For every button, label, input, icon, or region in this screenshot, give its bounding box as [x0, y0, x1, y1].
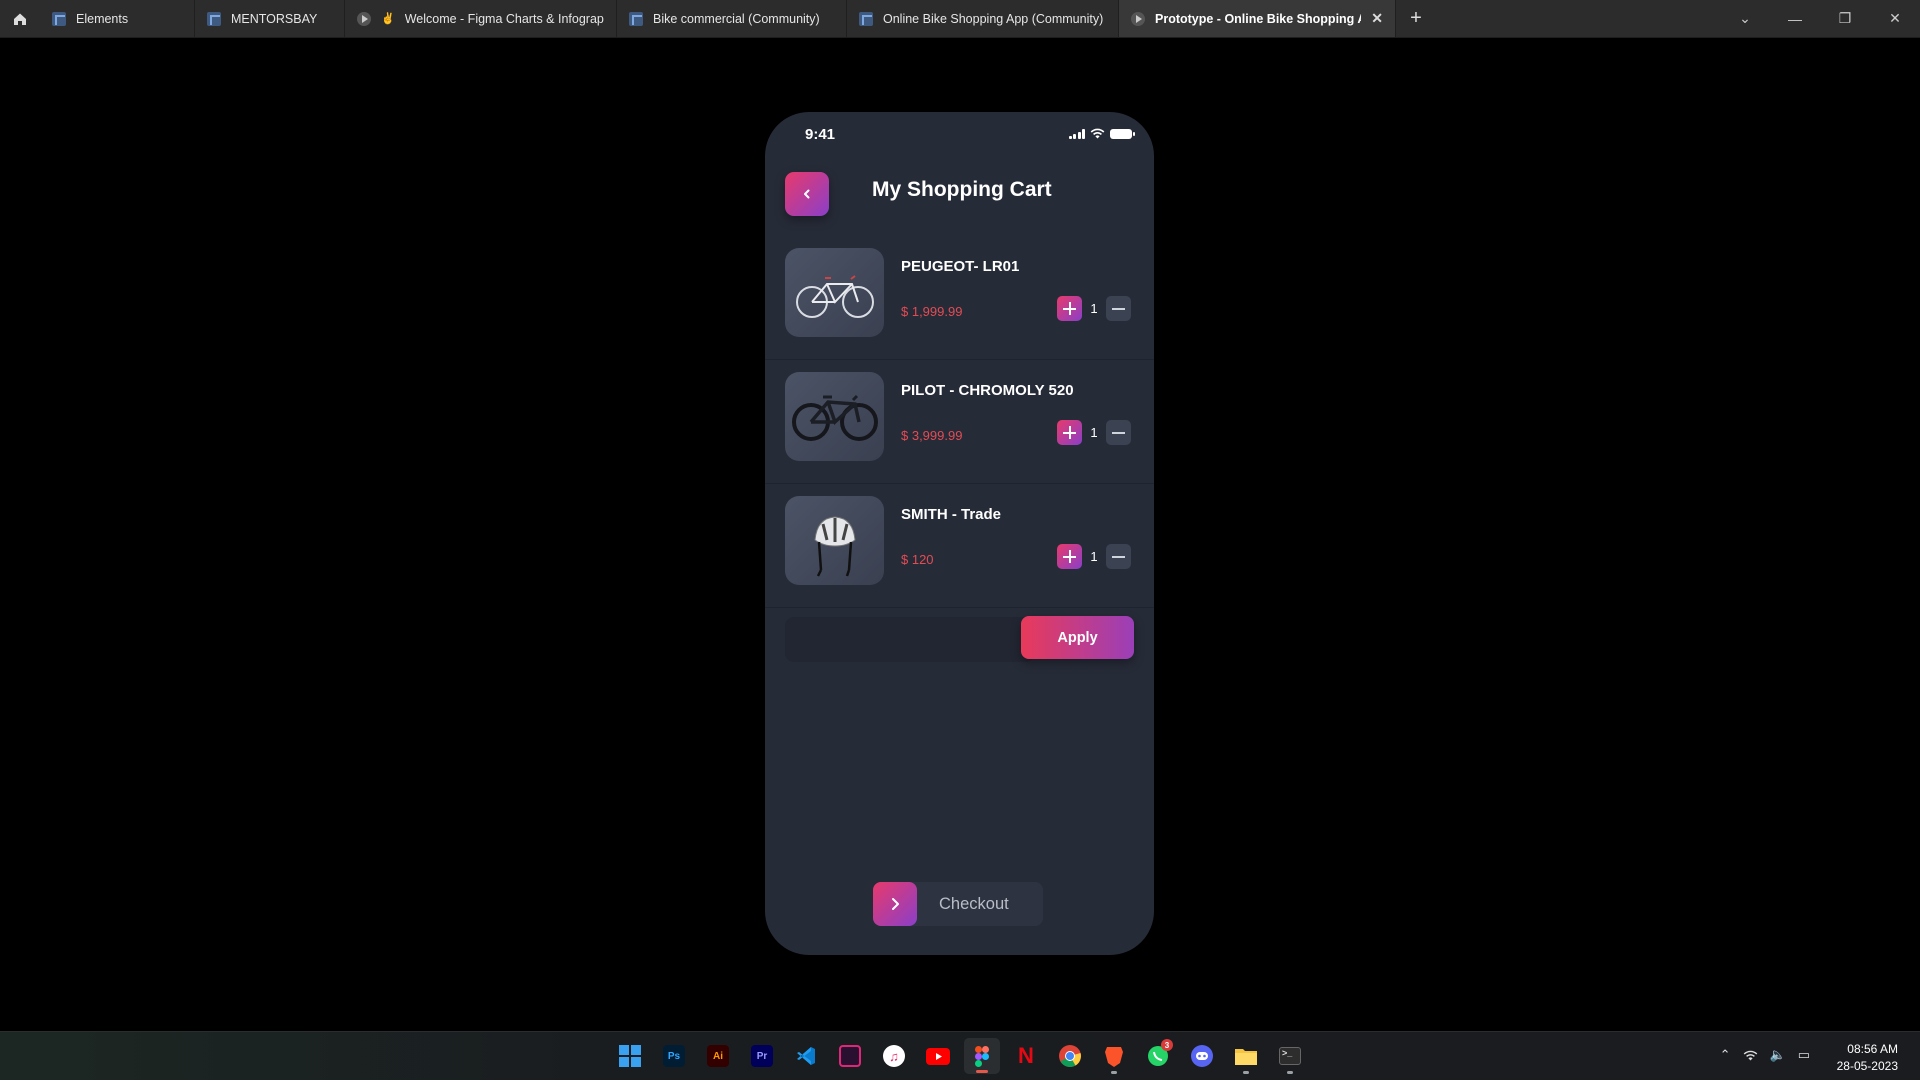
windows-taskbar: Ps Ai Pr ♫ N 3 >_ ⌃ 🔈 ▭ 08:56 AM 28-05-2… [0, 1031, 1920, 1080]
figma-tab-bar: Elements MENTORSBAY ✌ Welcome - Figma Cha… [0, 0, 1920, 38]
taskbar-apps: Ps Ai Pr ♫ N 3 >_ [612, 1038, 1308, 1074]
decrease-quantity-button[interactable] [1106, 296, 1131, 321]
plus-icon: + [1410, 7, 1422, 29]
window-controls: ⌄ — ❐ ✕ [1720, 0, 1920, 37]
tab-elements[interactable]: Elements [40, 0, 195, 37]
quantity-value: 1 [1090, 549, 1098, 564]
system-tray: ⌃ 🔈 ▭ [1720, 1047, 1810, 1063]
cart-item: SMITH - Trade $ 120 1 [765, 484, 1154, 608]
chevron-up-icon[interactable]: ⌃ [1720, 1047, 1731, 1063]
item-name: PEUGEOT- LR01 [901, 258, 1020, 275]
figma-file-icon [629, 11, 643, 26]
premiere-icon[interactable]: Pr [744, 1038, 780, 1074]
minimize-button[interactable]: — [1770, 0, 1820, 37]
chevron-right-icon [873, 882, 917, 926]
whatsapp-icon[interactable]: 3 [1140, 1038, 1176, 1074]
brave-icon[interactable] [1096, 1038, 1132, 1074]
vscode-icon[interactable] [788, 1038, 824, 1074]
wifi-icon [1090, 128, 1105, 139]
volume-icon[interactable]: 🔈 [1770, 1047, 1786, 1063]
illustrator-icon[interactable]: Ai [700, 1038, 736, 1074]
figma-file-icon [207, 11, 221, 26]
clock-time: 08:56 AM [1847, 1042, 1898, 1056]
file-explorer-icon[interactable] [1228, 1038, 1264, 1074]
decrease-quantity-button[interactable] [1106, 420, 1131, 445]
taskbar-clock[interactable]: 08:56 AM 28-05-2023 [1837, 1041, 1898, 1075]
discord-icon[interactable] [1184, 1038, 1220, 1074]
figma-icon[interactable] [964, 1038, 1000, 1074]
quantity-value: 1 [1090, 301, 1098, 316]
checkout-button[interactable]: Checkout [873, 882, 1043, 926]
phone-prototype-frame: 9:41 My Shopping Cart PEUGEOT- LR01 $ 1,… [765, 112, 1154, 955]
quantity-stepper: 1 [1057, 296, 1131, 321]
coupon-input[interactable] [785, 617, 1035, 662]
quantity-value: 1 [1090, 425, 1098, 440]
quantity-stepper: 1 [1057, 420, 1131, 445]
hand-emoji-icon: ✌ [381, 13, 395, 25]
play-icon [357, 11, 371, 26]
figma-file-icon [52, 11, 66, 26]
status-icons [1068, 128, 1135, 139]
stack-icon[interactable] [832, 1038, 868, 1074]
item-price: $ 1,999.99 [901, 304, 963, 319]
play-icon [1131, 11, 1145, 26]
tab-bike-commercial[interactable]: Bike commercial (Community) [617, 0, 847, 37]
tab-online-bike-shopping[interactable]: Online Bike Shopping App (Community) [847, 0, 1119, 37]
battery-icon[interactable]: ▭ [1798, 1047, 1810, 1063]
increase-quantity-button[interactable] [1057, 544, 1082, 569]
item-name: PILOT - CHROMOLY 520 [901, 382, 1074, 399]
itunes-icon[interactable]: ♫ [876, 1038, 912, 1074]
new-tab-button[interactable]: + [1396, 0, 1436, 37]
tab-mentorsbay[interactable]: MENTORSBAY [195, 0, 345, 37]
close-window-button[interactable]: ✕ [1870, 0, 1920, 37]
helmet-image [785, 496, 884, 585]
increase-quantity-button[interactable] [1057, 420, 1082, 445]
home-button[interactable] [0, 0, 40, 37]
tab-list-chevron-icon[interactable]: ⌄ [1720, 0, 1770, 37]
back-button[interactable] [785, 172, 829, 216]
chevron-left-icon [804, 189, 810, 199]
youtube-icon[interactable] [920, 1038, 956, 1074]
figma-file-icon [859, 11, 873, 26]
status-time: 9:41 [805, 126, 836, 143]
clock-date: 28-05-2023 [1836, 1059, 1898, 1073]
close-tab-icon[interactable]: ✕ [1371, 10, 1383, 27]
terminal-icon[interactable]: >_ [1272, 1038, 1308, 1074]
decrease-quantity-button[interactable] [1106, 544, 1131, 569]
apply-button[interactable]: Apply [1021, 616, 1134, 659]
battery-icon [1110, 128, 1135, 139]
restore-button[interactable]: ❐ [1820, 0, 1870, 37]
tab-prototype[interactable]: Prototype - Online Bike Shopping App (✕ [1119, 0, 1396, 37]
page-title: My Shopping Cart [872, 178, 1052, 201]
home-icon [14, 13, 26, 25]
checkout-label: Checkout [939, 894, 1009, 913]
race-bike-image [785, 372, 884, 461]
item-price: $ 3,999.99 [901, 428, 963, 443]
chrome-icon[interactable] [1052, 1038, 1088, 1074]
notification-badge: 3 [1161, 1039, 1173, 1051]
windows-start-icon[interactable] [612, 1038, 648, 1074]
cellular-signal-icon [1068, 128, 1085, 139]
road-bike-image [785, 248, 884, 337]
increase-quantity-button[interactable] [1057, 296, 1082, 321]
wifi-icon[interactable] [1743, 1050, 1758, 1061]
tab-figma-charts[interactable]: ✌ Welcome - Figma Charts & Infographic [345, 0, 617, 37]
item-price: $ 120 [901, 552, 934, 567]
cart-item: PEUGEOT- LR01 $ 1,999.99 1 [765, 236, 1154, 360]
item-name: SMITH - Trade [901, 506, 1002, 523]
cart-item: PILOT - CHROMOLY 520 $ 3,999.99 1 [765, 360, 1154, 484]
netflix-icon[interactable]: N [1008, 1038, 1044, 1074]
photoshop-icon[interactable]: Ps [656, 1038, 692, 1074]
quantity-stepper: 1 [1057, 544, 1131, 569]
